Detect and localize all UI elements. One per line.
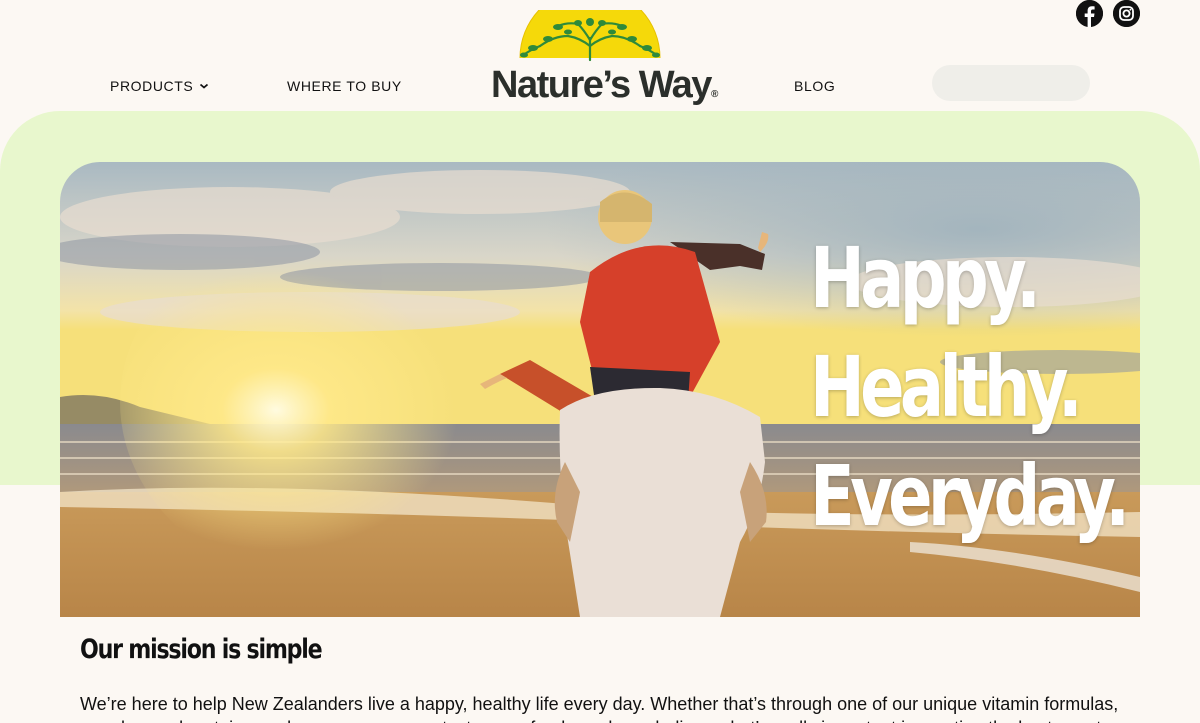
facebook-icon[interactable] (1076, 0, 1103, 27)
brand-name: Nature’s Way (491, 64, 712, 106)
nav-where-to-buy[interactable]: WHERE TO BUY (287, 78, 402, 94)
hero-tagline-line: Healthy. (810, 338, 1083, 436)
instagram-icon[interactable] (1113, 0, 1140, 27)
natures-way-logo[interactable]: Nature’s Way® (488, 0, 718, 106)
search-input[interactable] (932, 65, 1090, 101)
social-links (1076, 0, 1140, 27)
site-header: PRODUCTS WHERE TO BUY BLOG Nature’s Way® (0, 0, 1200, 112)
nav-products-label: PRODUCTS (110, 78, 194, 94)
mission-heading: Our mission is simple (80, 634, 323, 665)
hero-tagline: Happy. Healthy. Everyday. (810, 224, 1130, 551)
nav-blog-label: BLOG (794, 78, 836, 94)
hero-tagline-line: Everyday. (810, 447, 1130, 545)
nav-where-to-buy-label: WHERE TO BUY (287, 78, 402, 94)
mission-paragraph: We’re here to help New Zealanders live a… (80, 694, 1119, 723)
hero-banner: Happy. Healthy. Everyday. (60, 162, 1140, 617)
chevron-down-icon (200, 83, 209, 89)
hero-tagline-line: Happy. (810, 229, 1041, 327)
nav-products[interactable]: PRODUCTS (110, 78, 209, 94)
logo-wordmark: Nature’s Way® (491, 64, 718, 107)
trademark-symbol: ® (710, 89, 719, 100)
nav-blog[interactable]: BLOG (794, 78, 835, 94)
